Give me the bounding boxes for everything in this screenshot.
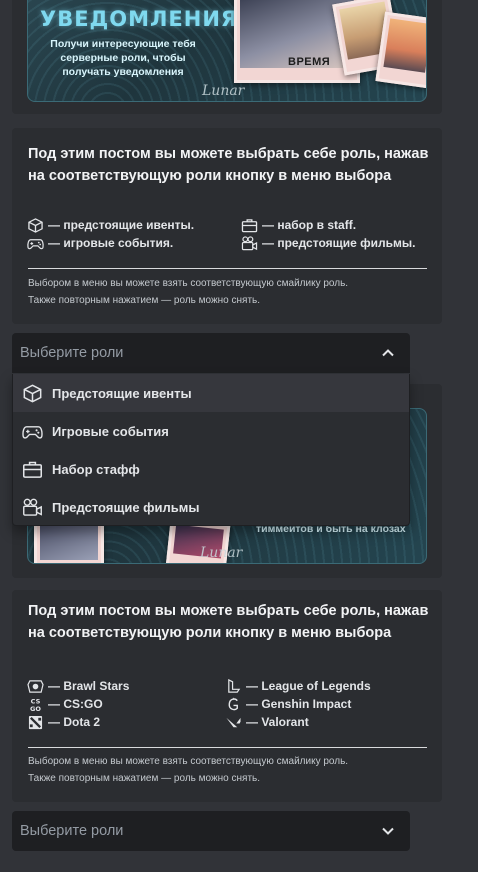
banner-photo-sunset [375,11,426,89]
gamepad-icon [27,238,44,249]
banner-subtitle: Получи интересующие тебя серверные роли,… [50,38,196,78]
legend-item-films: — предстоящие фильмы. [241,235,415,251]
legend-item-staff: — набор в staff. [241,217,356,233]
banner-notifications: УВЕДОМЛЕНИЯ Получи интересующие тебя сер… [27,0,427,102]
role-select-2[interactable]: Выберите роли [12,811,410,851]
csgo-icon: CSGO [30,697,41,712]
banner-signature: Lunar [202,83,245,99]
banner-signature: Lunar [200,545,243,561]
camera-icon [23,498,42,516]
legend-item-genshin: — Genshin Impact [225,696,351,712]
legend-item-events: — предстоящие ивенты. [27,217,194,233]
role-select-1-menu: Предстоящие ивенты Игровые события Набор… [12,374,410,526]
banner-photo-word: ВРЕМЯ [288,56,331,68]
embed-role-info-2: Под этим постом вы можете выбрать себе р… [12,590,442,802]
genshin-impact-icon [228,696,238,710]
legend-item-brawl-stars: — Brawl Stars [27,678,129,694]
cube-icon [28,217,43,233]
cube-icon [23,383,42,403]
svg-text:GO: GO [30,705,41,712]
embed-divider [28,747,427,748]
briefcase-icon [241,218,258,232]
gamepad-icon [22,425,43,439]
chevron-down-icon[interactable] [380,823,396,839]
chevron-up-icon[interactable] [380,345,396,361]
dota2-icon [28,715,43,729]
legend-item-valorant: — Valorant [225,714,309,730]
league-of-legends-icon [228,678,241,693]
embed-note-line-1: Выбором в меню вы можете взять соответст… [28,278,349,289]
embed-role-info-1: Под этим постом вы можете выбрать себе р… [12,128,442,324]
embed-note-line-1: Выбором в меню вы можете взять соответст… [28,756,349,767]
option-films[interactable]: Предстоящие фильмы [13,488,409,526]
embed-title: Под этим постом вы можете выбрать себе р… [28,603,429,641]
legend-item-lol: — League of Legends [225,678,371,694]
legend-item-csgo: CS GO — CS:GO [27,696,103,712]
role-select-1[interactable]: Выберите роли [12,333,410,373]
select-placeholder: Выберите роли [20,345,124,361]
legend-item-dota2: — Dota 2 [27,714,100,730]
select-placeholder: Выберите роли [20,823,124,839]
embed-title: Под этим постом вы можете выбрать себе р… [28,146,429,184]
brawl-stars-icon [27,679,44,693]
legend-item-games: — игровые события. [27,235,173,251]
option-staff[interactable]: Набор стафф [13,450,409,488]
option-games[interactable]: Игровые события [13,412,409,450]
camera-icon [241,235,258,250]
embed-note-line-2: Также повторным нажатием — роль можно сн… [28,773,261,784]
embed-notifications: УВЕДОМЛЕНИЯ Получи интересующие тебя сер… [12,0,442,114]
briefcase-icon [22,461,43,478]
embed-note-line-2: Также повторным нажатием — роль можно сн… [28,295,261,306]
valorant-icon [226,717,241,727]
option-events[interactable]: Предстоящие ивенты [13,374,409,412]
banner-title: УВЕДОМЛЕНИЯ [40,7,239,31]
embed-divider [28,268,427,269]
